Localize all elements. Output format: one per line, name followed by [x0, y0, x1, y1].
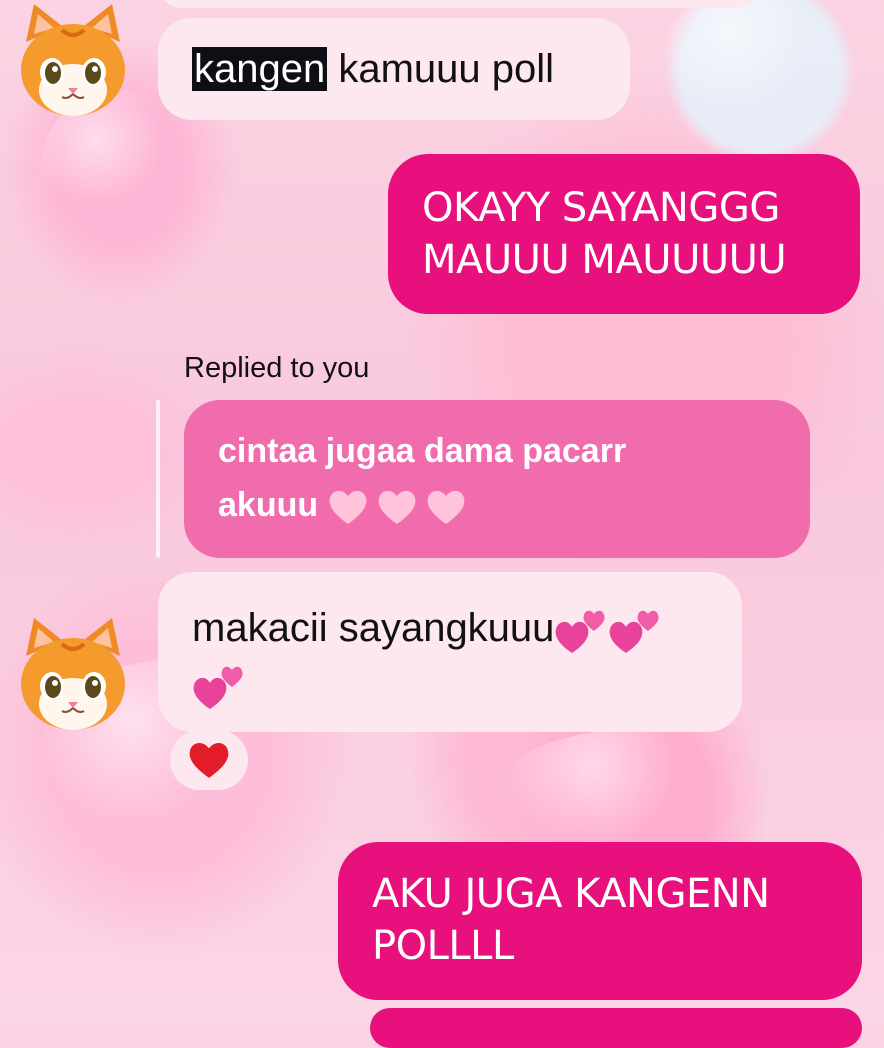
- message-text: akuuu: [218, 486, 319, 524]
- message-text-line: akuuu: [218, 478, 776, 532]
- reply-label: Replied to you: [184, 352, 370, 384]
- two-hearts-icon: [193, 667, 243, 710]
- message-bubble-partial[interactable]: [158, 0, 758, 8]
- incoming-message-bubble[interactable]: kangen kamuuu poll: [158, 18, 630, 120]
- incoming-message-bubble[interactable]: makacii sayangkuuu: [158, 572, 742, 732]
- selected-text-highlight[interactable]: kangen: [192, 47, 328, 91]
- message-text: kamuuu poll: [327, 47, 555, 91]
- message-text-line: POLLLL: [372, 923, 514, 969]
- reply-indicator-bar: [156, 400, 160, 558]
- message-text-line: OKAYY SAYANGGG: [422, 185, 780, 231]
- outgoing-message-bubble-partial[interactable]: [370, 1008, 862, 1048]
- message-text-line: MAUUU MAUUUUU: [422, 237, 787, 283]
- message-text-line: [192, 656, 708, 712]
- cat-avatar-icon[interactable]: [12, 0, 134, 122]
- message-text: makacii sayangkuuu: [192, 606, 555, 650]
- message-reaction[interactable]: [170, 730, 248, 790]
- red-heart-icon: [189, 743, 229, 778]
- message-text-line: cintaa jugaa dama pacarr: [218, 432, 627, 470]
- background-heart: [500, 730, 760, 850]
- two-hearts-icon: [556, 611, 605, 654]
- pink-heart-icon: [428, 490, 465, 525]
- message-text-line: makacii sayangkuuu: [192, 600, 708, 656]
- cat-avatar-icon[interactable]: [12, 614, 134, 736]
- outgoing-message-bubble[interactable]: AKU JUGA KANGENN POLLLL: [338, 842, 862, 1000]
- outgoing-message-bubble[interactable]: OKAYY SAYANGGG MAUUU MAUUUUU: [388, 154, 860, 314]
- pink-heart-icon: [378, 490, 416, 525]
- two-hearts-icon: [610, 611, 659, 654]
- background-bubble: [660, 0, 860, 150]
- message-text-line: AKU JUGA KANGENN: [372, 871, 770, 917]
- replied-message-bubble[interactable]: cintaa jugaa dama pacarr akuuu: [184, 400, 810, 558]
- pink-heart-icon: [329, 490, 366, 525]
